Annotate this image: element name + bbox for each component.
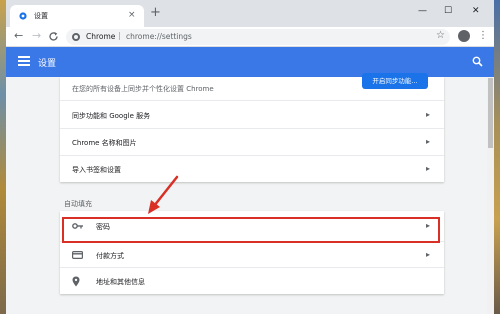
row-label: 同步功能和 Google 服务: [72, 112, 151, 120]
page-title: 设置: [38, 59, 57, 69]
chevron-right-icon: ▸: [426, 250, 431, 259]
sidebar-item-sync-services[interactable]: 同步功能和 Google 服务 ▸: [60, 100, 444, 128]
row-import-bookmarks[interactable]: 导入书签和设置 ▸: [60, 155, 444, 182]
row-label: 导入书签和设置: [72, 166, 121, 174]
row-label: Chrome 名称和图片: [72, 139, 137, 147]
forward-button[interactable]: →: [32, 30, 41, 42]
chevron-right-icon: ▸: [426, 137, 431, 146]
chevron-right-icon: ▸: [426, 110, 431, 119]
maximize-button[interactable]: ☐: [444, 6, 452, 16]
tab-strip: 设置 × + — ☐ ✕: [6, 0, 494, 27]
address-bar[interactable]: Chrome | chrome://settings ☆: [66, 29, 450, 45]
hamburger-menu-icon[interactable]: [18, 56, 30, 66]
close-icon[interactable]: ×: [128, 10, 136, 20]
url-separator: |: [118, 31, 121, 40]
chrome-icon: [72, 33, 80, 41]
location-pin-icon: [72, 276, 80, 287]
reload-icon[interactable]: [48, 31, 59, 42]
desktop-right: [494, 0, 500, 314]
search-icon[interactable]: [472, 56, 483, 67]
row-label: 付款方式: [96, 252, 124, 260]
gear-icon: [19, 12, 27, 20]
autofill-section-title: 自动填充: [64, 200, 92, 208]
site-chip: Chrome: [86, 32, 116, 41]
minimize-button[interactable]: —: [418, 6, 427, 16]
sync-description: 在您的所有设备上同步并个性化设置 Chrome: [72, 85, 214, 93]
row-addresses[interactable]: 地址和其他信息: [60, 267, 444, 294]
bookmark-star-icon[interactable]: ☆: [436, 30, 445, 41]
settings-content: 在您的所有设备上同步并个性化设置 Chrome 开启同步功能... 同步功能和 …: [6, 73, 487, 314]
people-card: 在您的所有设备上同步并个性化设置 Chrome 开启同步功能... 同步功能和 …: [60, 73, 444, 182]
new-tab-button[interactable]: +: [150, 6, 161, 19]
toolbar: ← → Chrome | chrome://settings ☆ ⋮: [6, 27, 494, 47]
chevron-right-icon: ▸: [426, 164, 431, 173]
browser-window: 设置 × + — ☐ ✕ ← → Chrome | chrome://setti…: [6, 0, 494, 314]
turn-on-sync-button[interactable]: 开启同步功能...: [362, 73, 428, 89]
profile-avatar[interactable]: [458, 30, 470, 42]
passwords-highlight-box: [62, 217, 440, 243]
url-text: chrome://settings: [126, 32, 192, 41]
kebab-menu-icon[interactable]: ⋮: [478, 29, 488, 43]
credit-card-icon: [72, 251, 83, 259]
close-window-button[interactable]: ✕: [472, 6, 480, 16]
row-chrome-name-picture[interactable]: Chrome 名称和图片 ▸: [60, 128, 444, 155]
tab-title: 设置: [34, 12, 48, 20]
row-label: 地址和其他信息: [96, 278, 145, 286]
back-button[interactable]: ←: [14, 30, 23, 42]
tab-settings[interactable]: 设置 ×: [10, 5, 144, 27]
scrollbar-thumb[interactable]: [488, 78, 493, 148]
row-payment-methods[interactable]: 付款方式 ▸: [60, 241, 444, 267]
red-arrow-annotation: [148, 175, 179, 214]
